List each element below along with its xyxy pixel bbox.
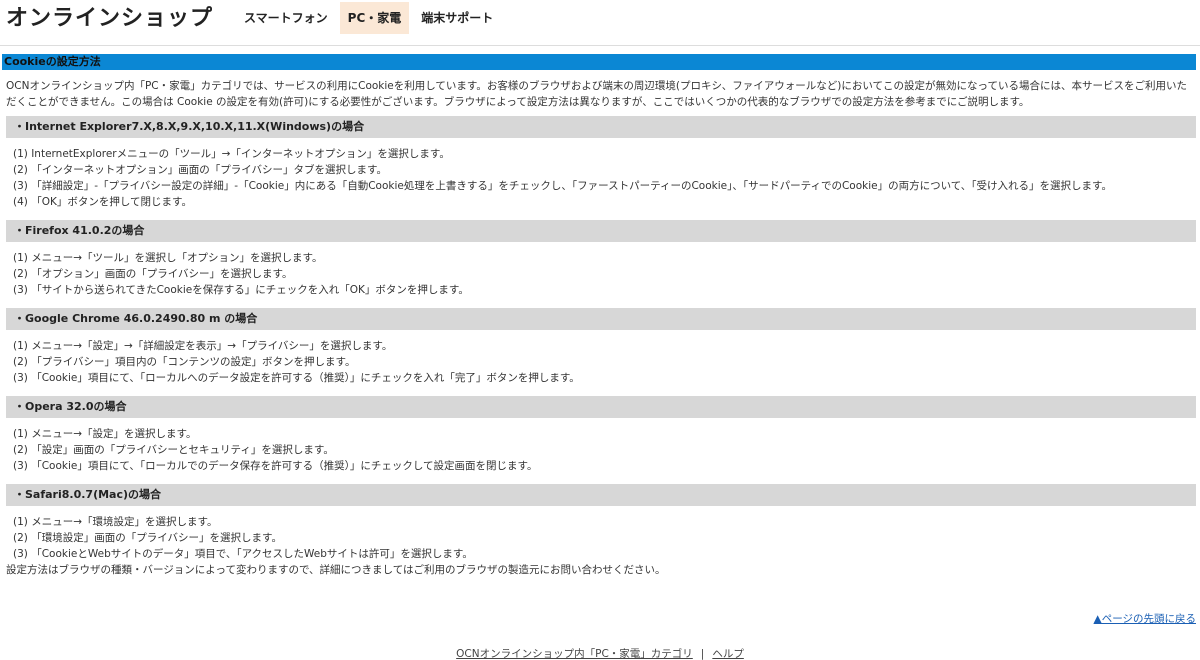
- back-to-top-link[interactable]: ▲ページの先頭に戻る: [1094, 611, 1196, 626]
- step-item: (1) メニュー→「ツール」を選択し「オプション」を選択します。: [13, 252, 323, 264]
- site-logo[interactable]: オンラインショップ: [6, 4, 213, 34]
- nav-pc-appliances[interactable]: PC・家電: [339, 2, 410, 34]
- step-item: (1) メニュー→「環境設定」を選択します。: [13, 516, 218, 528]
- step-item: (1) InternetExplorerメニューの「ツール」→「インターネットオ…: [13, 148, 450, 160]
- browser-steps-list: (1) メニュー→「環境設定」を選択します。 (2) 「環境設定」画面の「プライバ…: [13, 514, 1200, 562]
- browser-steps-list: (1) InternetExplorerメニューの「ツール」→「インターネットオ…: [13, 146, 1200, 210]
- step-item: (2) 「環境設定」画面の「プライバシー」を選択します。: [13, 532, 282, 544]
- site-header: オンラインショップ スマートフォン PC・家電 端末サポート: [0, 0, 1200, 46]
- intro-text: OCNオンラインショップ内「PC・家電」カテゴリでは、サービスの利用にCooki…: [6, 80, 1188, 108]
- main-nav: スマートフォン PC・家電 端末サポート: [236, 2, 505, 34]
- browser-section-header: ・Internet Explorer7.X,8.X,9.X,10.X,11.X(…: [6, 116, 1196, 138]
- footer-help-link[interactable]: ヘルプ: [712, 648, 744, 660]
- browser-section-header: ・Opera 32.0の場合: [6, 396, 1196, 418]
- step-item: (3) 「サイトから送られてきたCookieを保存する」にチェックを入れ「OK」…: [13, 284, 469, 296]
- step-item: (2) 「設定」画面の「プライバシーとセキュリティ」を選択します。: [13, 444, 334, 456]
- step-item: (2) 「プライバシー」項目内の「コンテンツの設定」ボタンを押します。: [13, 356, 356, 368]
- browser-steps-list: (1) メニュー→「設定」→「詳細設定を表示」→「プライバシー」を選択します。 (…: [13, 338, 1200, 386]
- nav-smartphone[interactable]: スマートフォン: [236, 2, 336, 34]
- step-item: (2) 「オプション」画面の「プライバシー」を選択します。: [13, 268, 293, 280]
- step-item: (4) 「OK」ボタンを押して閉じます。: [13, 196, 192, 208]
- browser-section-header: ・Safari8.0.7(Mac)の場合: [6, 484, 1196, 506]
- step-item: (1) メニュー→「設定」を選択します。: [13, 428, 197, 440]
- footnote-text: 設定方法はブラウザの種類・バージョンによって変わりますので、詳細につきましてはご…: [6, 564, 666, 576]
- footer-category-link[interactable]: OCNオンラインショップ内「PC・家電」カテゴリ: [456, 648, 693, 660]
- step-item: (3) 「CookieとWebサイトのデータ」項目で、「アクセスしたWebサイト…: [13, 548, 473, 560]
- main-content: Cookieの設定方法 OCNオンラインショップ内「PC・家電」カテゴリでは、サ…: [0, 54, 1200, 578]
- step-item: (3) 「Cookie」項目にて、「ローカルでのデータ保存を許可する（推奨）」に…: [13, 460, 538, 472]
- footer-separator: |: [700, 648, 705, 660]
- step-item: (1) メニュー→「設定」→「詳細設定を表示」→「プライバシー」を選択します。: [13, 340, 393, 352]
- page-title: Cookieの設定方法: [2, 54, 1196, 70]
- step-item: (3) 「詳細設定」-「プライバシー設定の詳細」-「Cookie」内にある「自動…: [13, 180, 1112, 192]
- browser-steps-list: (1) メニュー→「ツール」を選択し「オプション」を選択します。 (2) 「オプシ…: [13, 250, 1200, 298]
- step-item: (2) 「インターネットオプション」画面の「プライバシー」タブを選択します。: [13, 164, 387, 176]
- step-item: (3) 「Cookie」項目にて、「ローカルへのデータ設定を許可する（推奨）」に…: [13, 372, 580, 384]
- browser-section-header: ・Google Chrome 46.0.2490.80 m の場合: [6, 308, 1196, 330]
- browser-steps-list: (1) メニュー→「設定」を選択します。 (2) 「設定」画面の「プライバシーとセ…: [13, 426, 1200, 474]
- nav-device-support[interactable]: 端末サポート: [413, 2, 501, 34]
- browser-section-header: ・Firefox 41.0.2の場合: [6, 220, 1196, 242]
- page-footer: OCNオンラインショップ内「PC・家電」カテゴリ | ヘルプ: [0, 646, 1200, 660]
- browser-sections: ・Internet Explorer7.X,8.X,9.X,10.X,11.X(…: [0, 116, 1200, 562]
